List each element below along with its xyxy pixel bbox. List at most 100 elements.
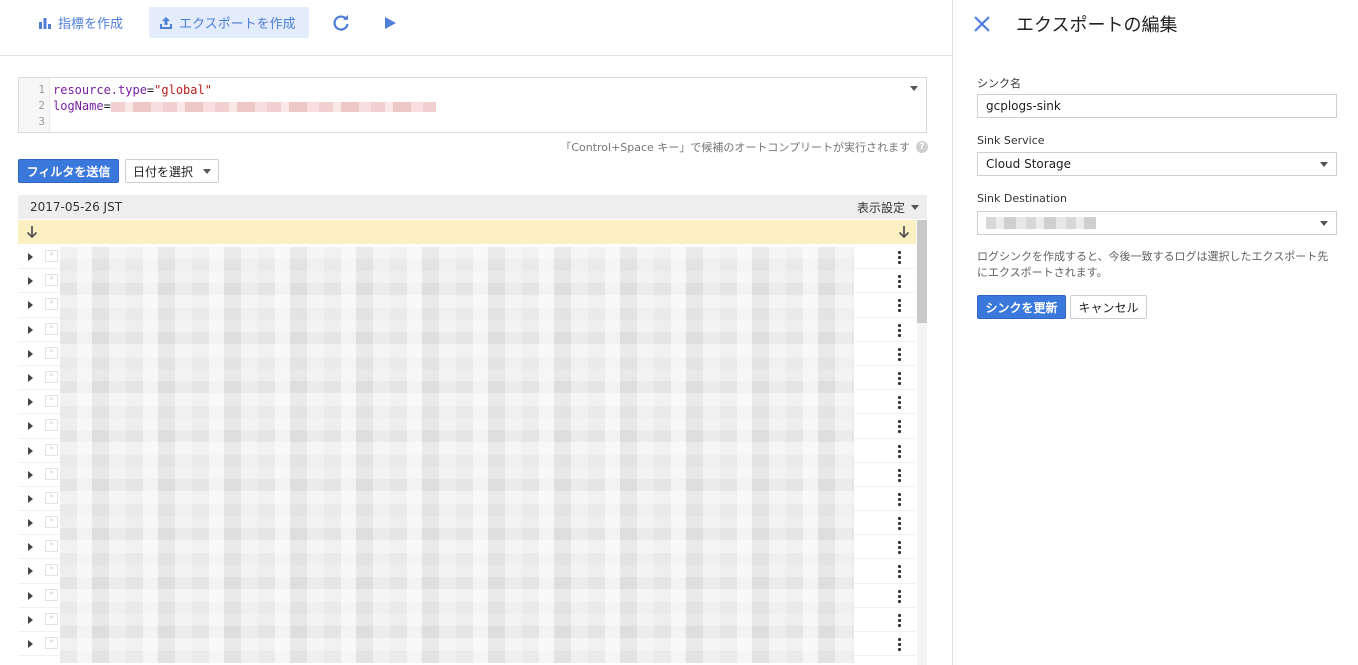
create-metric-button[interactable]: 指標を作成: [28, 7, 133, 38]
close-icon[interactable]: [970, 12, 994, 36]
query-line-1: resource.type="global": [53, 82, 436, 98]
query-line-2: logName=: [53, 98, 436, 114]
more-vert-icon: [897, 564, 901, 579]
sink-destination-select[interactable]: [977, 211, 1337, 235]
row-menu-button[interactable]: [884, 487, 914, 511]
expand-row-icon[interactable]: [28, 349, 33, 358]
help-icon[interactable]: ?: [916, 141, 928, 153]
more-vert-icon: [897, 637, 901, 651]
row-menu-button[interactable]: [884, 366, 914, 390]
sink-name-input[interactable]: gcplogs-sink: [977, 94, 1337, 118]
panel-title: エクスポートの編集: [1016, 15, 1178, 36]
more-vert-icon: [897, 395, 901, 410]
row-menu-button[interactable]: [884, 245, 914, 269]
submit-filter-button[interactable]: フィルタを送信: [18, 159, 119, 183]
refresh-icon: [333, 14, 349, 31]
chevron-down-icon: [1320, 220, 1328, 226]
expand-row-icon[interactable]: [28, 543, 33, 552]
row-menu-button[interactable]: [884, 632, 914, 656]
severity-icon: *: [45, 370, 58, 383]
line-number: 1: [38, 83, 45, 96]
more-vert-icon: [897, 322, 901, 337]
row-menu-button[interactable]: [884, 584, 914, 608]
display-settings-button[interactable]: 表示設定: [857, 199, 919, 216]
update-sink-button[interactable]: シンクを更新: [977, 295, 1066, 319]
arrow-down-icon: [26, 226, 38, 239]
row-menu-button[interactable]: [884, 414, 914, 438]
expand-row-icon[interactable]: [28, 301, 33, 310]
log-scrollbar-thumb[interactable]: [917, 220, 927, 323]
autocomplete-hint: 「Control+Space キー」で候補のオートコンプリートが実行されます ?: [560, 139, 928, 155]
more-vert-icon: [897, 467, 901, 482]
line-numbers: 1 2 3: [19, 78, 50, 132]
play-icon: [385, 17, 396, 29]
severity-icon: *: [45, 298, 58, 311]
more-vert-icon: [897, 370, 901, 385]
expand-row-icon[interactable]: [28, 519, 33, 528]
redacted-destination: [986, 217, 1096, 229]
query-editor[interactable]: 1 2 3 resource.type="global" logName=: [18, 77, 927, 133]
severity-icon: *: [45, 419, 58, 432]
expand-row-icon[interactable]: [28, 470, 33, 479]
redacted-value: [110, 101, 436, 112]
expand-row-icon[interactable]: [28, 422, 33, 431]
bar-chart-icon: [39, 17, 51, 29]
severity-icon: *: [45, 540, 58, 553]
row-menu-button[interactable]: [884, 511, 914, 535]
log-date-label: 2017-05-26 JST: [30, 200, 123, 214]
toolbar: 指標を作成 エクスポートを作成: [0, 0, 952, 56]
row-menu-button[interactable]: [884, 559, 914, 583]
more-vert-icon: [897, 516, 901, 531]
load-newer-banner[interactable]: [18, 220, 916, 244]
row-menu-button[interactable]: [884, 293, 914, 317]
create-export-button[interactable]: エクスポートを作成: [149, 7, 309, 38]
severity-icon: *: [45, 322, 58, 335]
row-menu-button[interactable]: [884, 269, 914, 293]
more-vert-icon: [897, 491, 901, 506]
expand-row-icon[interactable]: [28, 567, 33, 576]
line-number: 3: [38, 115, 45, 128]
hint-text: 「Control+Space キー」で候補のオートコンプリートが実行されます: [560, 141, 910, 154]
severity-icon: *: [45, 395, 58, 408]
expand-row-icon[interactable]: [28, 591, 33, 600]
log-date-header: 2017-05-26 JST 表示設定: [18, 195, 927, 219]
more-vert-icon: [897, 250, 901, 264]
row-menu-button[interactable]: [884, 342, 914, 366]
chevron-down-icon: [203, 168, 211, 174]
expand-row-icon[interactable]: [28, 446, 33, 455]
create-metric-label: 指標を作成: [58, 17, 124, 32]
query-key: logName: [53, 99, 104, 113]
severity-icon: *: [45, 467, 58, 480]
row-menu-button[interactable]: [884, 535, 914, 559]
play-button[interactable]: [378, 11, 402, 35]
severity-icon: *: [45, 588, 58, 601]
display-settings-label: 表示設定: [856, 200, 905, 215]
expand-row-icon[interactable]: [28, 398, 33, 407]
row-menu-button[interactable]: [884, 608, 914, 632]
more-vert-icon: [897, 443, 901, 458]
more-vert-icon: [897, 298, 901, 313]
row-menu-button[interactable]: [884, 463, 914, 487]
row-menu-button[interactable]: [884, 318, 914, 342]
sink-service-select[interactable]: Cloud Storage: [977, 152, 1337, 176]
cancel-button[interactable]: キャンセル: [1070, 295, 1147, 319]
expand-row-icon[interactable]: [28, 494, 33, 503]
expand-row-icon[interactable]: [28, 640, 33, 648]
more-vert-icon: [897, 612, 901, 627]
expand-row-icon[interactable]: [28, 615, 33, 624]
row-menu-button[interactable]: [884, 390, 914, 414]
severity-icon: *: [45, 250, 58, 262]
sink-name-label: シンク名: [977, 77, 1021, 90]
severity-icon: *: [45, 564, 58, 577]
expand-row-icon[interactable]: [28, 325, 33, 334]
row-menu-button[interactable]: [884, 439, 914, 463]
date-select-label: 日付を選択: [132, 164, 193, 179]
sink-description: ログシンクを作成すると、今後一致するログは選択したエクスポート先にエクスポートさ…: [977, 250, 1329, 279]
editor-dropdown-icon[interactable]: [910, 86, 918, 91]
expand-row-icon[interactable]: [28, 277, 33, 286]
severity-icon: *: [45, 612, 58, 625]
date-select-dropdown[interactable]: 日付を選択: [125, 159, 219, 183]
expand-row-icon[interactable]: [28, 373, 33, 382]
refresh-button[interactable]: [329, 11, 353, 35]
expand-row-icon[interactable]: [28, 253, 33, 261]
